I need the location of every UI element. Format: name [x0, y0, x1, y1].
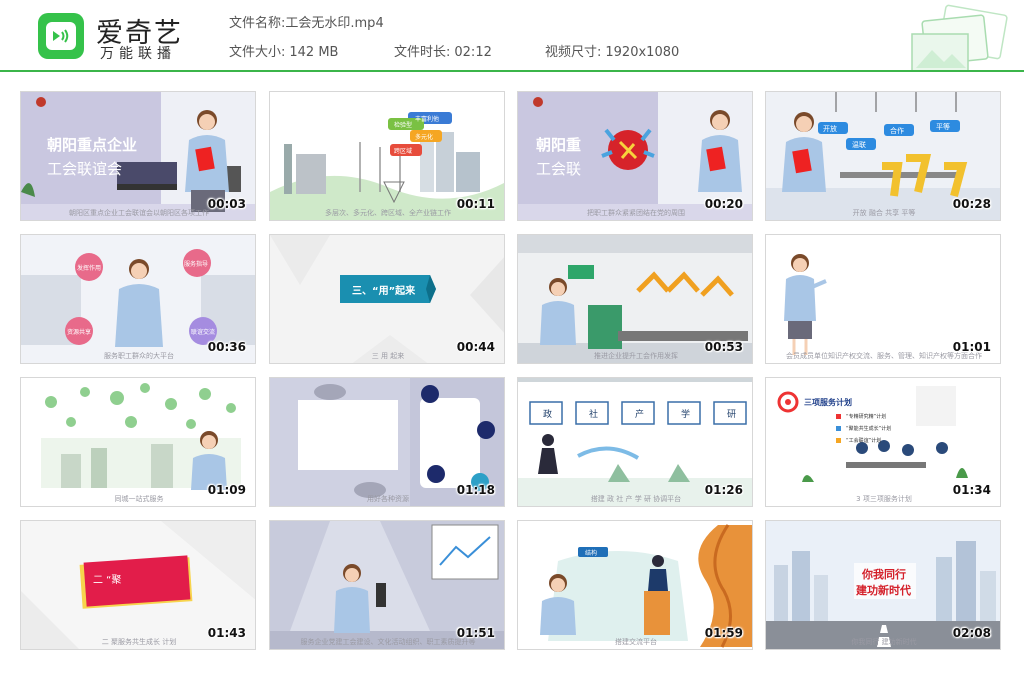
thumbnail-timestamp: 00:11 [456, 197, 495, 211]
scene-title-line2: 工会联 [536, 160, 582, 178]
video-thumbnail[interactable]: 发挥作用 服务指导 资源共享 联谊交流 服务职工群众的大平台 00:36 [20, 234, 256, 364]
video-thumbnail[interactable]: 三项服务计划 “专精研究精”计划 “聚能共生成长”计划 “工会联谊”计划 3 项… [765, 377, 1001, 507]
board-label: 产 [635, 410, 645, 420]
thumbnail-timestamp: 01:18 [456, 483, 495, 497]
video-thumbnail[interactable]: 朝阳重点企业 工会联谊会 朝阳区重点企业工会联谊会以朝阳区各项工作 00:03 [20, 91, 256, 221]
plan-item: “专精研究精”计划 [846, 414, 887, 420]
video-thumbnail[interactable]: 开放 合作 平等 温联 开放 融合 共享 平等 00:28 [765, 91, 1001, 221]
thumbnail-timestamp: 01:01 [952, 340, 991, 354]
thumbnail-timestamp: 00:36 [207, 340, 246, 354]
section-title: 三、“用”起来 [352, 286, 416, 297]
slogan-line2: 建功新时代 [856, 584, 911, 597]
bubble-label: 平等 [936, 123, 950, 131]
header-divider [0, 70, 1024, 72]
plan-item: “工会联谊”计划 [846, 438, 882, 444]
file-duration-info: 文件时长: 02:12 [394, 45, 492, 60]
banner-title: 二 “聚 [93, 575, 122, 586]
bubble-label: 联谊交流 [191, 329, 216, 336]
video-thumbnail[interactable]: 二 “聚 二 聚服务共生成长 计划 01:43 [20, 520, 256, 650]
bubble-label: 温联 [852, 141, 866, 149]
video-thumbnail[interactable]: 你我同行 建功新时代 你我同行 建功新时代 02:08 [765, 520, 1001, 650]
board-label: 社 [589, 410, 599, 420]
decorative-pictures-icon [911, 4, 1008, 70]
board-label: 政 [543, 410, 553, 420]
thumbnail-timestamp: 01:26 [704, 483, 743, 497]
thumbnail-timestamp: 01:43 [207, 626, 246, 640]
bubble-label: 开放 [823, 125, 837, 133]
plan-title: 三项服务计划 [804, 398, 852, 407]
video-thumbnail[interactable]: 三、“用”起来 三 用 起来 00:44 [269, 234, 505, 364]
video-thumbnail[interactable]: 会员成员单位知识产权交流、服务、管理、知识产权等方面合作 01:01 [765, 234, 1001, 364]
thumbnail-timestamp: 01:34 [952, 483, 991, 497]
iqiyi-logo [38, 13, 84, 59]
video-dimensions-value: 1920x1080 [605, 45, 680, 60]
slogan-line1: 你我同行 [862, 568, 906, 581]
bubble-label: 丰富利他 [415, 116, 440, 123]
board-label: 学 [681, 410, 691, 420]
tag-label: 结构 [585, 550, 598, 557]
thumbnail-timestamp: 00:20 [704, 197, 743, 211]
video-thumbnail[interactable]: 丰富利他 检验型 多元化 跨区域 多层次、多元化、跨区域、全产业链工作 00:1… [269, 91, 505, 221]
bubble-label: 资源共享 [67, 329, 92, 336]
bubble-label: 多元化 [415, 134, 434, 141]
file-name-info: 文件名称:工会无水印.mp4 [229, 16, 384, 31]
plan-item: “聚能共生成长”计划 [846, 426, 892, 432]
video-thumbnail[interactable]: 政 社 产 学 研 搭建 政 社 产 学 研 协调平台 01:26 [517, 377, 753, 507]
video-thumbnail[interactable]: 同城一站式服务 01:09 [20, 377, 256, 507]
thumbnail-grid: 朝阳重点企业 工会联谊会 朝阳区重点企业工会联谊会以朝阳区各项工作 00:03 … [20, 91, 1004, 656]
bubble-label: 跨区域 [394, 148, 413, 155]
thumbnail-timestamp: 00:44 [456, 340, 495, 354]
scene-title-line2: 工会联谊会 [47, 160, 123, 178]
board-label: 研 [727, 410, 737, 420]
video-thumbnail[interactable]: 用好各种资源 01:18 [269, 377, 505, 507]
brand-subtitle: 万能联播 [100, 46, 176, 62]
bubble-label: 发挥作用 [77, 265, 102, 272]
file-size-value: 142 MB [289, 45, 339, 60]
video-thumbnail[interactable]: 结构 搭建交流平台 01:59 [517, 520, 753, 650]
file-info-header: 爱奇艺 万能联播 文件名称:工会无水印.mp4 文件大小: 142 MB 文件时长… [0, 0, 1024, 72]
file-size-info: 文件大小: 142 MB [229, 45, 339, 60]
bubble-label: 检验型 [394, 122, 413, 129]
scene-title-line1: 朝阳重 [536, 136, 582, 154]
thumbnail-timestamp: 00:28 [952, 197, 991, 211]
bubble-label: 服务指导 [184, 261, 209, 268]
video-thumbnail[interactable]: 推进企业提升工会作用发挥 00:53 [517, 234, 753, 364]
video-dimensions-info: 视频尺寸: 1920x1080 [545, 45, 680, 60]
file-duration-value: 02:12 [454, 45, 492, 60]
video-thumbnail[interactable]: 服务企业党建工会建设、文化活动组织、职工素质提升等 01:51 [269, 520, 505, 650]
thumbnail-timestamp: 00:03 [207, 197, 246, 211]
thumbnail-timestamp: 01:51 [456, 626, 495, 640]
thumbnail-timestamp: 01:09 [207, 483, 246, 497]
thumbnail-timestamp: 01:59 [704, 626, 743, 640]
play-wave-icon [53, 29, 69, 43]
thumbnail-timestamp: 00:53 [704, 340, 743, 354]
thumbnail-timestamp: 02:08 [952, 626, 991, 640]
video-thumbnail[interactable]: 朝阳重 工会联 把职工群众紧紧团结在党的周围 00:20 [517, 91, 753, 221]
scene-title-line1: 朝阳重点企业 [47, 136, 138, 154]
bubble-label: 合作 [890, 127, 904, 135]
file-name-value: 工会无水印.mp4 [285, 16, 384, 31]
